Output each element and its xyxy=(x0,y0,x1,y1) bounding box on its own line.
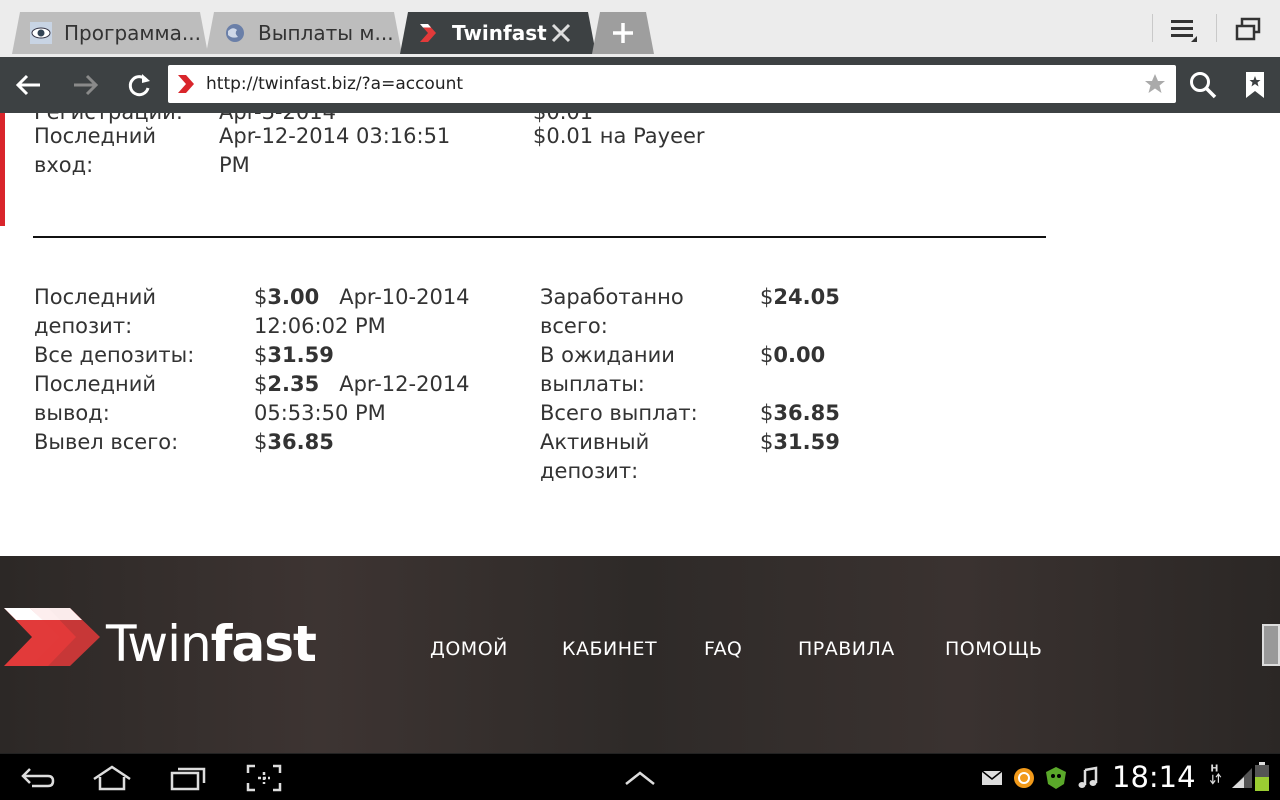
web-page: Регистрации: Apr-3-2014 $0.01 Последний … xyxy=(0,113,1280,753)
forward-button[interactable] xyxy=(66,67,104,103)
overflow-menu-icon xyxy=(1171,20,1197,42)
logo-wordmark[interactable]: Twinfast xyxy=(106,614,317,674)
nav-rules[interactable]: ПРАВИЛА xyxy=(798,638,895,660)
menu-button[interactable] xyxy=(1166,14,1202,46)
site-footer: Twinfast ДОМОЙ КАБИНЕТ FAQ ПРАВИЛА ПОМОЩ… xyxy=(0,556,1280,753)
last-withdraw-label: Последний вывод: xyxy=(34,372,157,425)
tab-vyplaty[interactable]: Выплаты м... xyxy=(206,12,402,54)
all-deposits-value: $31.59 xyxy=(254,343,334,367)
earned-value: $24.05 xyxy=(760,285,840,309)
home-icon xyxy=(93,765,131,791)
payouts-value: $36.85 xyxy=(760,401,840,425)
divider-line xyxy=(33,236,1046,238)
recent-apps-icon xyxy=(170,767,206,791)
bookmarks-icon xyxy=(1246,72,1264,98)
tab-twinfast[interactable]: Twinfast xyxy=(400,12,596,54)
plus-icon xyxy=(611,21,635,45)
withdrawn-total-label: Вывел всего: xyxy=(34,430,179,454)
divider xyxy=(1216,14,1217,42)
shield-app-icon[interactable] xyxy=(1044,766,1068,790)
tab-label: Twinfast xyxy=(452,21,547,45)
system-bar: 18:14 H xyxy=(0,753,1280,800)
withdrawn-total-value: $36.85 xyxy=(254,430,334,454)
search-button[interactable] xyxy=(1184,67,1222,103)
tab-programma[interactable]: Программа... xyxy=(12,12,208,54)
search-icon xyxy=(1190,72,1217,99)
active-deposit-value: $31.59 xyxy=(760,430,840,454)
screenshot-icon xyxy=(246,764,282,792)
earned-label: Заработанно всего: xyxy=(540,285,684,338)
pending-label: В ожидании выплаты: xyxy=(540,343,675,396)
windows-icon xyxy=(1235,17,1261,41)
sys-up-button[interactable] xyxy=(620,762,660,794)
mail-icon[interactable] xyxy=(980,766,1004,790)
pending-value: $0.00 xyxy=(760,343,826,367)
status-clock: 18:14 xyxy=(1112,760,1196,794)
all-deposits-label: Все депозиты: xyxy=(34,343,195,367)
nav-cabinet[interactable]: КАБИНЕТ xyxy=(562,638,657,660)
last-withdraw-value: $2.35 Apr-12-2014 05:53:50 PM xyxy=(254,372,470,425)
bookmark-star-icon[interactable] xyxy=(1144,73,1166,95)
tab-strip: Программа... Выплаты м... Twinfast xyxy=(0,0,1280,57)
back-icon xyxy=(21,768,55,788)
forward-arrow-icon xyxy=(74,74,99,96)
eye-favicon-icon xyxy=(30,22,52,44)
side-widget[interactable] xyxy=(1262,624,1280,666)
up-arrow-icon xyxy=(625,771,655,785)
divider xyxy=(1152,14,1153,42)
sys-home-button[interactable] xyxy=(92,762,132,794)
sys-screenshot-button[interactable] xyxy=(244,762,284,794)
svg-text:H: H xyxy=(1210,764,1218,775)
twinfast-favicon-icon xyxy=(418,22,440,44)
nav-help[interactable]: ПОМОЩЬ xyxy=(945,638,1042,660)
new-tab-button[interactable] xyxy=(592,12,654,54)
battery-icon xyxy=(1255,762,1269,791)
close-tab-icon[interactable] xyxy=(548,20,574,46)
nav-faq[interactable]: FAQ xyxy=(704,638,742,660)
payeer-value: $0.01 на Payeer xyxy=(533,124,705,148)
tab-label: Программа... xyxy=(64,21,201,45)
back-button[interactable] xyxy=(10,67,48,103)
last-login-value: Apr-12-2014 03:16:51 PM xyxy=(219,124,451,177)
bookmarks-button[interactable] xyxy=(1236,67,1274,103)
last-deposit-label: Последний депозит: xyxy=(34,285,157,338)
reload-button[interactable] xyxy=(120,67,158,103)
tabs-overview-button[interactable] xyxy=(1230,14,1266,46)
twinfast-logo-icon[interactable] xyxy=(4,608,100,666)
signal-icon xyxy=(1232,768,1252,788)
last-login-label: Последний вход: xyxy=(34,124,157,177)
url-input[interactable] xyxy=(206,74,1126,94)
data-h-icon: H xyxy=(1209,764,1222,785)
nav-home[interactable]: ДОМОЙ xyxy=(430,638,508,660)
payouts-label: Всего выплат: xyxy=(540,401,698,425)
circle-app-icon[interactable] xyxy=(1012,766,1036,790)
music-icon[interactable] xyxy=(1076,766,1100,790)
last-deposit-value: $3.00 Apr-10-2014 12:06:02 PM xyxy=(254,285,470,338)
sys-recent-button[interactable] xyxy=(168,762,208,794)
tab-label: Выплаты м... xyxy=(258,21,394,45)
active-deposit-label: Активный депозит: xyxy=(540,430,650,483)
browser-toolbar xyxy=(0,57,1280,113)
address-bar[interactable] xyxy=(168,65,1176,103)
globe-favicon-icon xyxy=(224,22,246,44)
site-favicon-icon xyxy=(178,75,194,93)
reload-icon xyxy=(128,74,150,97)
sys-back-button[interactable] xyxy=(18,762,58,794)
back-arrow-icon xyxy=(15,74,40,96)
